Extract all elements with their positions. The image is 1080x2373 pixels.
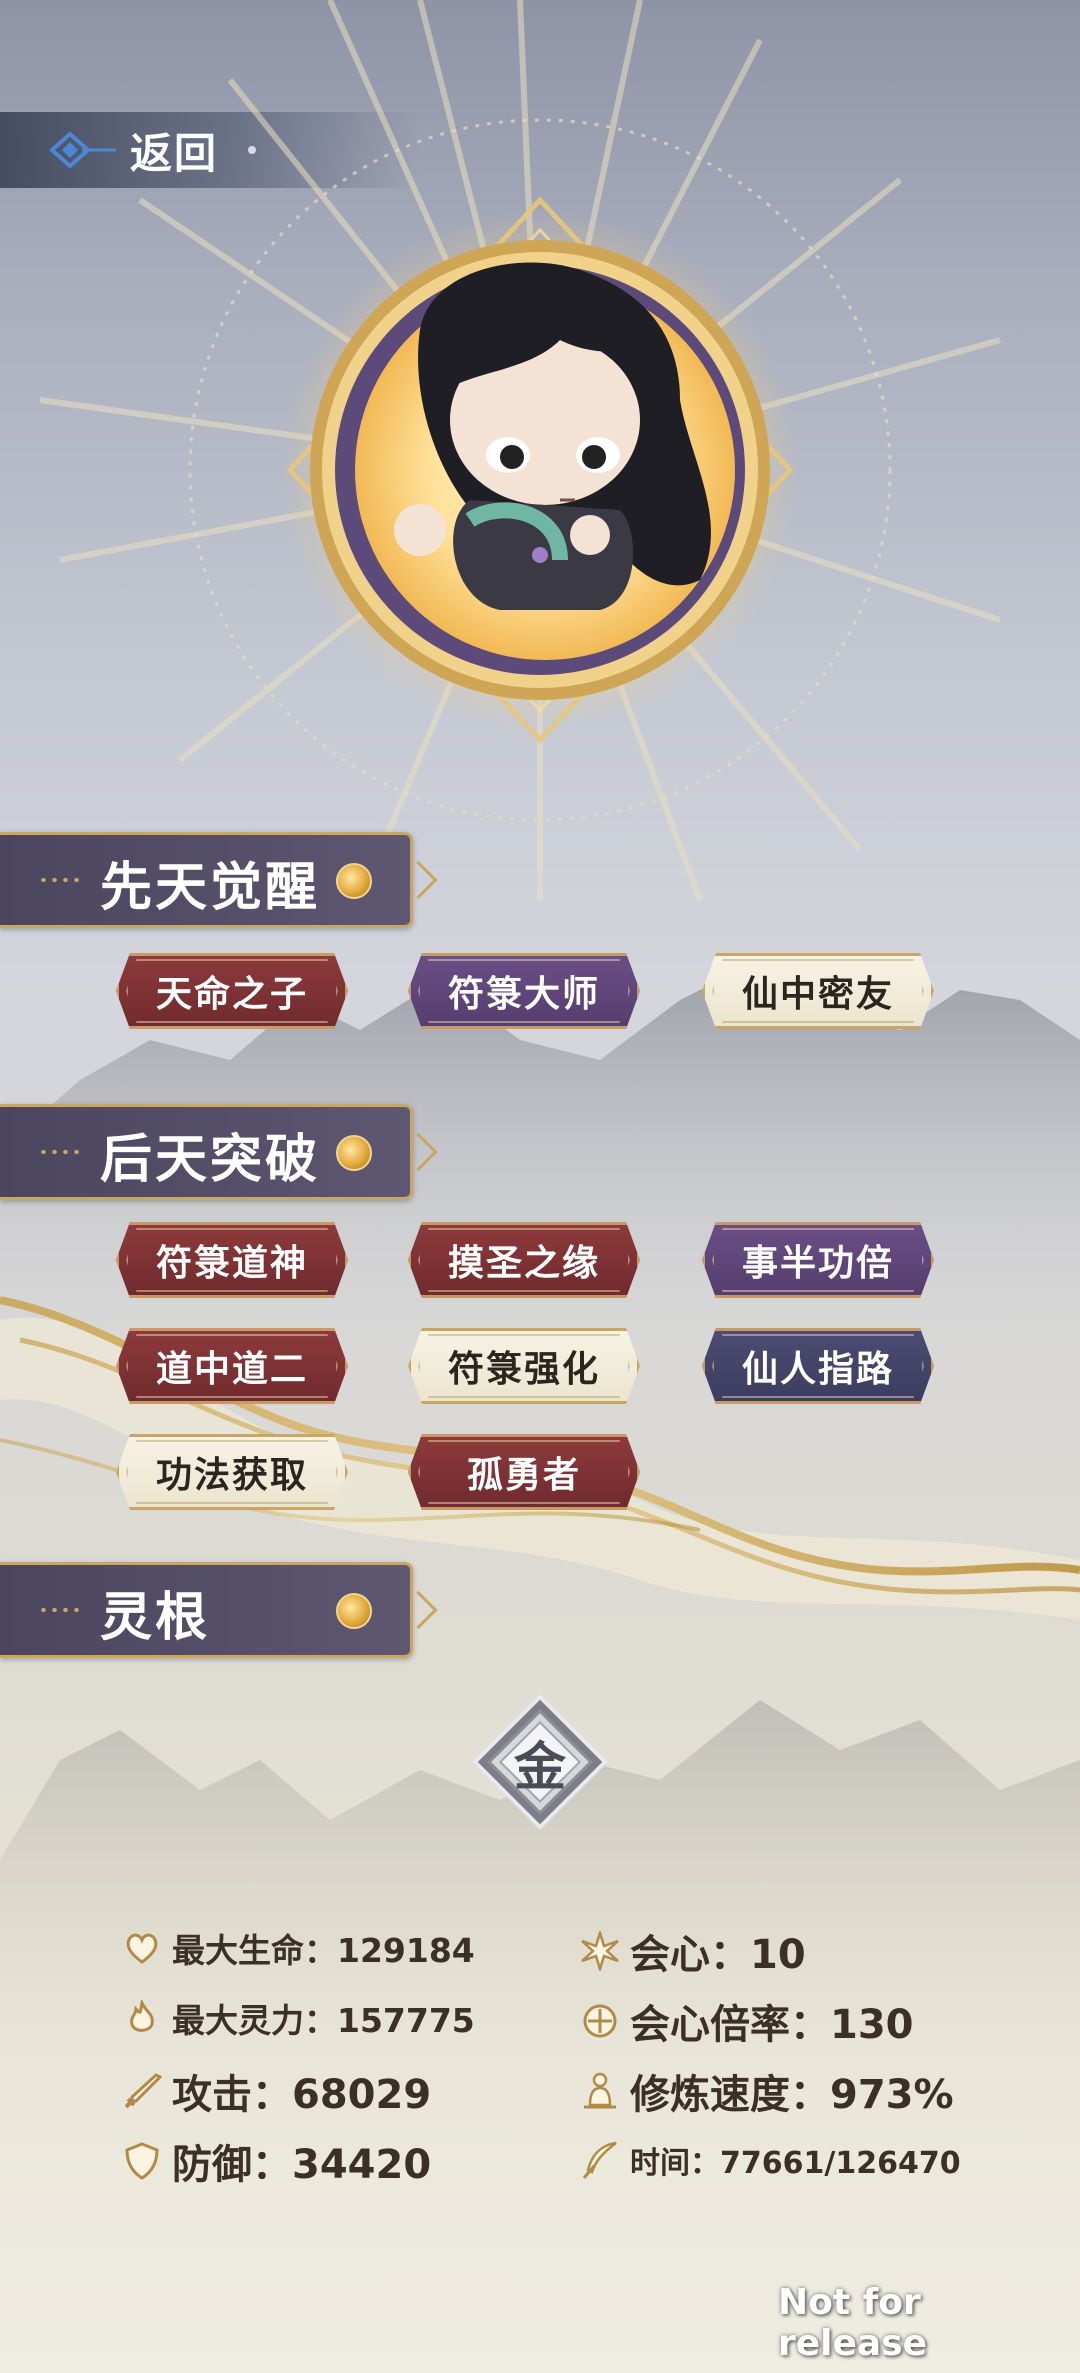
meditation-icon xyxy=(580,2071,620,2111)
stat-max-hp-text: 最大生命：129184 xyxy=(172,1931,475,1970)
root-element-label: 金 xyxy=(513,1736,566,1798)
tag-label: 符箓道神 xyxy=(155,1243,308,1284)
stat-cultivate-speed: 修炼速度：973% xyxy=(580,2062,954,2120)
stat-max-mp: 最大灵力：157775 xyxy=(122,1994,475,2042)
stat-cultivate-speed-text: 修炼速度：973% xyxy=(630,2072,954,2118)
tag-label: 功法获取 xyxy=(155,1455,308,1496)
section-spirit-root: 灵根 xyxy=(0,1562,413,1658)
portrait-frame xyxy=(39,0,1001,902)
stat-crit-multiplier-text: 会心倍率：130 xyxy=(630,2002,914,2048)
crosshair-icon xyxy=(580,2001,620,2041)
tag-label: 符箓强化 xyxy=(447,1349,600,1390)
tag-label: 道中道二 xyxy=(155,1349,308,1390)
stat-crit: 会心：10 xyxy=(580,1922,806,1980)
tag-label: 孤勇者 xyxy=(466,1455,581,1496)
tag-label: 摸圣之缘 xyxy=(447,1243,600,1284)
acquired-tag-8[interactable]: 孤勇者 xyxy=(408,1434,640,1510)
tag-label: 仙人指路 xyxy=(741,1349,894,1390)
acquired-tag-4[interactable]: 道中道二 xyxy=(116,1328,348,1404)
tag-label: 仙中密友 xyxy=(741,974,894,1015)
gem-icon xyxy=(336,1593,372,1629)
acquired-tag-5[interactable]: 符箓强化 xyxy=(408,1328,640,1404)
heart-icon xyxy=(122,1928,162,1968)
section-title: 后天突破 xyxy=(100,1130,321,1190)
acquired-tag-1[interactable]: 符箓道神 xyxy=(116,1222,348,1298)
section-dots xyxy=(38,878,82,882)
innate-tag-3[interactable]: 仙中密友 xyxy=(702,953,934,1029)
burst-icon xyxy=(580,1931,620,1971)
stat-attack: 攻击：68029 xyxy=(122,2062,431,2120)
stat-attack-text: 攻击：68029 xyxy=(172,2072,432,2118)
gem-icon xyxy=(336,863,372,899)
watermark-text: Not for release xyxy=(778,2282,928,2364)
shield-icon xyxy=(122,2141,162,2181)
stat-crit-multiplier: 会心倍率：130 xyxy=(580,1992,914,2050)
feather-icon xyxy=(580,2140,620,2180)
acquired-tag-6[interactable]: 仙人指路 xyxy=(702,1328,934,1404)
section-title: 先天觉醒 xyxy=(100,858,321,918)
stat-max-hp: 最大生命：129184 xyxy=(122,1924,475,1972)
section-innate-awakening: 先天觉醒 xyxy=(0,832,413,928)
tag-label: 天命之子 xyxy=(155,974,308,1015)
flame-icon xyxy=(122,1998,162,2038)
spirit-root-metal-badge[interactable]: 金 xyxy=(472,1694,608,1830)
stat-defense: 防御：34420 xyxy=(122,2132,431,2190)
stat-defense-text: 防御：34420 xyxy=(172,2142,432,2188)
stat-max-mp-text: 最大灵力：157775 xyxy=(172,2001,475,2040)
section-dots xyxy=(38,1150,82,1154)
stat-crit-text: 会心：10 xyxy=(630,1932,806,1978)
tag-label: 符箓大师 xyxy=(447,974,600,1015)
innate-tag-2[interactable]: 符箓大师 xyxy=(408,953,640,1029)
section-acquired-breakthrough: 后天突破 xyxy=(0,1104,413,1200)
gem-icon xyxy=(336,1135,372,1171)
acquired-tag-7[interactable]: 功法获取 xyxy=(116,1434,348,1510)
acquired-tag-3[interactable]: 事半功倍 xyxy=(702,1222,934,1298)
section-title: 灵根 xyxy=(100,1588,211,1648)
stat-time-text: 时间：77661/126470 xyxy=(630,2146,961,2181)
stat-time: 时间：77661/126470 xyxy=(580,2138,961,2182)
character-portrait-area xyxy=(0,0,1080,902)
tag-label: 事半功倍 xyxy=(741,1243,894,1284)
sword-icon xyxy=(122,2071,162,2111)
section-dots xyxy=(38,1608,82,1612)
acquired-tag-2[interactable]: 摸圣之缘 xyxy=(408,1222,640,1298)
innate-tag-1[interactable]: 天命之子 xyxy=(116,953,348,1029)
